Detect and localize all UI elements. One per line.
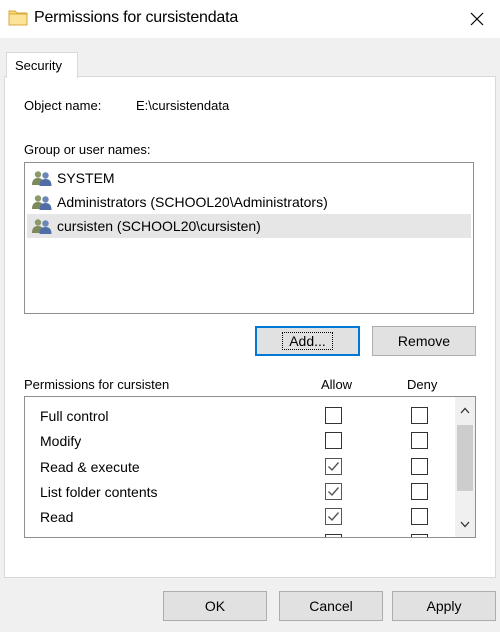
list-item-label: cursisten (SCHOOL20\cursisten) [57, 218, 261, 234]
permission-name: Modify [40, 433, 82, 449]
title-bar: Permissions for cursistendata [0, 0, 500, 38]
permission-name: Full control [40, 408, 109, 424]
tab-security-label: Security [15, 58, 62, 73]
allow-column-header: Allow [321, 377, 353, 392]
cancel-button-label: Cancel [309, 598, 353, 614]
chevron-up-icon [460, 407, 470, 413]
allow-checkbox[interactable] [325, 458, 342, 475]
allow-checkbox[interactable] [325, 407, 342, 424]
window-title: Permissions for cursistendata [34, 9, 239, 26]
list-item-cursisten[interactable]: cursisten (SCHOOL20\cursisten) [27, 214, 471, 238]
apply-button[interactable]: Apply [392, 591, 496, 621]
group-user-list[interactable]: SYSTEM Administrators (SCHOOL20\Administ… [24, 162, 474, 314]
permission-name: List folder contents [40, 484, 158, 500]
deny-checkbox[interactable] [411, 458, 428, 475]
apply-button-label: Apply [426, 598, 462, 614]
check-icon [328, 487, 340, 497]
list-item-label: SYSTEM [57, 170, 115, 186]
permissions-scrollbar[interactable] [455, 397, 475, 537]
object-name-label: Object name: [24, 98, 102, 113]
permission-row-partial [25, 531, 455, 537]
permission-name: Read [40, 509, 74, 525]
remove-button[interactable]: Remove [372, 326, 476, 356]
deny-checkbox[interactable] [411, 432, 428, 449]
close-icon [470, 12, 484, 26]
remove-button-label: Remove [397, 333, 451, 349]
users-icon [32, 171, 52, 186]
group-names-label: Group or user names: [24, 142, 151, 157]
allow-checkbox[interactable] [325, 534, 342, 537]
permission-row-full-control: Full control [25, 404, 455, 429]
chevron-down-icon [460, 521, 470, 527]
permissions-list[interactable]: Full control Modify Read & execute List … [24, 396, 476, 538]
deny-checkbox[interactable] [411, 483, 428, 500]
permission-row-read: Read [25, 505, 455, 530]
deny-checkbox[interactable] [411, 508, 428, 525]
permission-name: Read & execute [40, 459, 140, 475]
users-icon [32, 219, 52, 234]
allow-checkbox[interactable] [325, 483, 342, 500]
scroll-thumb[interactable] [457, 425, 473, 491]
deny-checkbox[interactable] [411, 534, 428, 537]
ok-button[interactable]: OK [163, 591, 267, 621]
list-item-system[interactable]: SYSTEM [27, 166, 471, 190]
tab-security[interactable]: Security [6, 52, 78, 78]
scroll-up-button[interactable] [455, 401, 475, 419]
allow-checkbox[interactable] [325, 508, 342, 525]
check-icon [328, 512, 340, 522]
allow-checkbox[interactable] [325, 432, 342, 449]
permission-row-read-execute: Read & execute [25, 455, 455, 480]
permission-row-list-folder-contents: List folder contents [25, 480, 455, 505]
deny-column-header: Deny [407, 377, 438, 392]
object-name-value: E:\cursistendata [136, 98, 230, 113]
folder-icon [8, 10, 28, 26]
check-icon [328, 462, 340, 472]
list-item-label: Administrators (SCHOOL20\Administrators) [57, 194, 328, 210]
ok-button-label: OK [204, 598, 226, 614]
cancel-button[interactable]: Cancel [279, 591, 383, 621]
close-button[interactable] [454, 0, 500, 38]
permission-row-modify: Modify [25, 429, 455, 454]
permissions-for-label: Permissions for cursisten [24, 377, 170, 392]
users-icon [32, 195, 52, 210]
add-button[interactable]: Add... [255, 326, 360, 356]
deny-checkbox[interactable] [411, 407, 428, 424]
list-item-administrators[interactable]: Administrators (SCHOOL20\Administrators) [27, 190, 471, 214]
scroll-down-button[interactable] [455, 515, 475, 533]
add-button-label: Add... [282, 332, 333, 350]
